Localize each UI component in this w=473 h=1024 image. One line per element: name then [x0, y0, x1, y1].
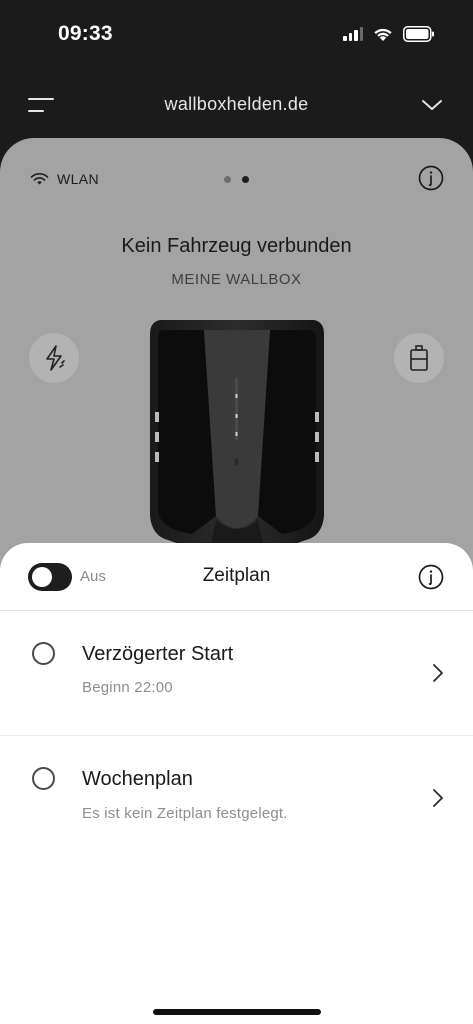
list-item-subtitle: Es ist kein Zeitplan festgelegt. — [82, 805, 288, 822]
wifi-status-icon — [374, 28, 392, 41]
page-dot[interactable] — [224, 176, 231, 183]
status-bar: 09:33 — [0, 0, 473, 70]
schedule-sheet: Aus Zeitplan Verzögerter Start Beginn 22… — [0, 543, 473, 1024]
radio-button[interactable] — [32, 642, 55, 665]
chevron-right-icon[interactable] — [431, 787, 445, 809]
battery-icon — [410, 345, 428, 371]
page-dot-active[interactable] — [242, 176, 249, 183]
info-icon[interactable] — [418, 564, 444, 590]
wallbox-label: MEINE WALLBOX — [171, 271, 302, 288]
status-icons — [343, 26, 435, 42]
list-item-delayed-start[interactable]: Verzögerter Start Beginn 22:00 — [0, 611, 473, 736]
chevron-right-icon[interactable] — [431, 662, 445, 684]
list-item-subtitle: Beginn 22:00 — [82, 679, 173, 696]
charging-button[interactable] — [29, 333, 79, 383]
list-item-title: Verzögerter Start — [82, 643, 234, 665]
page-indicator[interactable] — [224, 176, 249, 183]
connection-status: WLAN — [30, 171, 99, 187]
list-item-weekly-plan[interactable]: Wochenplan Es ist kein Zeitplan festgele… — [0, 737, 473, 862]
status-time: 09:33 — [58, 22, 113, 45]
wallbox-device-image — [150, 320, 324, 556]
cellular-signal-icon — [343, 27, 363, 41]
list-item-title: Wochenplan — [82, 768, 193, 790]
battery-status-icon — [403, 26, 434, 42]
wallbox-card: WLAN Kein Fahrzeug verbunden MEINE WALLB… — [0, 138, 473, 598]
lightning-icon — [46, 345, 65, 371]
battery-button[interactable] — [394, 333, 444, 383]
wifi-icon — [30, 173, 49, 185]
top-navigation: wallboxhelden.de — [0, 80, 473, 130]
vehicle-status-title: Kein Fahrzeug verbunden — [121, 235, 352, 257]
sheet-title: Zeitplan — [202, 565, 271, 586]
home-indicator[interactable] — [153, 1009, 321, 1015]
connection-label: WLAN — [57, 171, 100, 187]
site-title: wallboxhelden.de — [164, 94, 309, 114]
sheet-header: Aus Zeitplan — [0, 543, 473, 611]
info-icon[interactable] — [418, 165, 444, 191]
radio-button[interactable] — [32, 767, 55, 790]
chevron-down-icon[interactable] — [421, 95, 443, 115]
